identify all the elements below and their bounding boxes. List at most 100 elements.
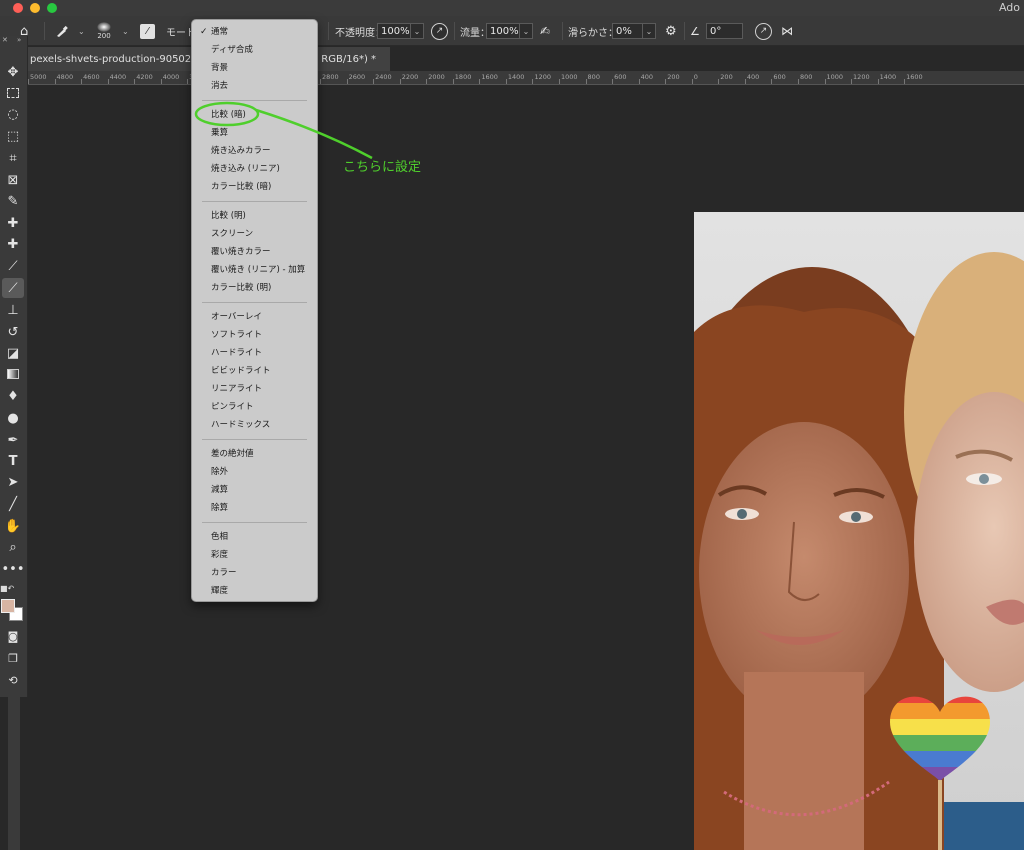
expand-panel-icon[interactable]: » <box>17 36 21 44</box>
crop-tool[interactable]: ⌗ <box>2 148 24 168</box>
foreground-color-swatch[interactable] <box>1 599 15 613</box>
blend-mode-item[interactable]: 除外 <box>192 463 317 481</box>
eyedropper-tool[interactable]: ✎ <box>2 191 24 211</box>
brush-tool[interactable]: ⟋ <box>2 256 24 276</box>
smoothing-settings-button[interactable]: ⚙ <box>665 16 677 46</box>
blend-mode-item[interactable]: ハードライト <box>192 344 317 362</box>
gradient-tool[interactable] <box>2 364 24 384</box>
blend-mode-item[interactable]: 乗算 <box>192 124 317 142</box>
clone-stamp-tool[interactable]: ⊥ <box>2 300 24 320</box>
object-select-tool[interactable]: ⬚ <box>2 126 24 146</box>
blend-mode-item[interactable]: 消去 <box>192 77 317 95</box>
clone-stamp-icon: ⊥ <box>7 302 19 318</box>
airbrush-toggle[interactable]: ✍ <box>540 16 550 46</box>
ruler-label: 1400 <box>879 73 897 81</box>
blend-mode-item[interactable]: オーバーレイ <box>192 308 317 326</box>
zoom-tool[interactable]: ⌕ <box>2 537 24 557</box>
blend-mode-item[interactable]: ビビッドライト <box>192 362 317 380</box>
blur-tool[interactable]: ♦ <box>2 386 24 406</box>
blend-mode-item[interactable]: 色相 <box>192 528 317 546</box>
blend-mode-item[interactable]: スクリーン <box>192 225 317 243</box>
blend-mode-item[interactable]: リニアライト <box>192 380 317 398</box>
ruler-tick <box>28 79 29 84</box>
marquee-tool[interactable] <box>2 83 24 103</box>
blend-mode-item[interactable]: カラー比較 (明) <box>192 279 317 297</box>
flow-field[interactable]: 100% <box>486 23 520 39</box>
blend-mode-item[interactable]: 背景 <box>192 59 317 77</box>
more-tools[interactable]: ••• <box>2 559 25 579</box>
blend-mode-item[interactable]: 輝度 <box>192 582 317 600</box>
eraser-tool[interactable]: ◪ <box>2 343 24 363</box>
blend-mode-item[interactable]: 減算 <box>192 481 317 499</box>
brush-size-picker[interactable]: 200 <box>97 16 111 46</box>
blend-mode-item[interactable]: 比較 (暗) <box>192 106 317 124</box>
brush-angle-control[interactable]: ∠ <box>690 16 700 46</box>
blend-mode-item[interactable]: カラー <box>192 564 317 582</box>
brush-settings-toggle[interactable]: ⁄ <box>140 16 155 46</box>
opacity-dropdown[interactable]: ⌄ <box>411 23 424 39</box>
mixer-brush-tool[interactable]: ⟋ <box>2 278 24 298</box>
blend-mode-item[interactable]: 差の絶対値 <box>192 445 317 463</box>
screen-mode-button[interactable]: ❐ <box>2 648 24 668</box>
lasso-tool[interactable]: ◌ <box>2 104 24 124</box>
flow-dropdown[interactable]: ⌄ <box>520 23 533 39</box>
blend-mode-item[interactable]: ピンライト <box>192 398 317 416</box>
ruler-label: 5000 <box>30 73 47 81</box>
blend-mode-item[interactable]: ソフトライト <box>192 326 317 344</box>
ruler-tick <box>612 79 614 84</box>
spot-healing-tool[interactable]: ✚ <box>2 213 24 233</box>
lasso-icon: ◌ <box>7 106 19 122</box>
marquee-icon <box>7 88 19 98</box>
window-minimize-button[interactable] <box>30 3 40 13</box>
blend-mode-item[interactable]: 比較 (明) <box>192 207 317 225</box>
smoothing-dropdown[interactable]: ⌄ <box>643 23 656 39</box>
blend-mode-item[interactable]: 覆い焼きカラー <box>192 243 317 261</box>
blend-mode-item[interactable]: 除算 <box>192 499 317 517</box>
tool-preset-picker[interactable]: ⌄ <box>55 16 85 46</box>
pen-tool[interactable]: ✒ <box>2 430 24 450</box>
blend-mode-item[interactable]: ハードミックス <box>192 416 317 434</box>
path-select-tool[interactable]: ➤ <box>2 472 24 492</box>
hand-tool[interactable]: ✋ <box>2 516 24 536</box>
healing-tool[interactable]: ✚ <box>2 234 24 254</box>
blend-mode-item[interactable]: 焼き込みカラー <box>192 142 317 160</box>
title-bar: Ado <box>0 0 1024 16</box>
chevron-down-icon[interactable]: ⌄ <box>122 16 129 46</box>
size-pressure-toggle[interactable]: ↗ <box>755 16 772 46</box>
line-tool[interactable]: ╱ <box>2 494 24 514</box>
hand-icon: ✋ <box>4 518 22 534</box>
document-canvas[interactable] <box>28 86 1024 850</box>
window-zoom-button[interactable] <box>47 3 57 13</box>
move-tool[interactable]: ✥ <box>2 62 24 82</box>
photo-layer[interactable] <box>694 212 1024 850</box>
blend-mode-item[interactable]: ディザ合成 <box>192 41 317 59</box>
blend-mode-item[interactable]: 覆い焼き (リニア) - 加算 <box>192 261 317 279</box>
window-close-button[interactable] <box>13 3 23 13</box>
smoothing-field[interactable]: 0% <box>612 23 643 39</box>
blend-mode-item[interactable]: 通常 <box>192 23 317 41</box>
ruler-tick <box>399 79 401 84</box>
close-panel-icon[interactable]: ✕ <box>2 36 8 44</box>
dodge-tool[interactable]: ● <box>2 408 24 428</box>
spot-healing-icon: ✚ <box>7 215 19 231</box>
default-colors-icon[interactable]: ■↶ <box>0 584 14 593</box>
vertical-ruler[interactable] <box>8 697 20 850</box>
options-separator <box>328 22 329 40</box>
blend-mode-item[interactable]: 焼き込み (リニア) <box>192 160 317 178</box>
share-button[interactable]: ⟲ <box>2 670 24 690</box>
opacity-field[interactable]: 100% <box>377 23 411 39</box>
type-tool[interactable]: T <box>2 451 24 471</box>
horizontal-ruler[interactable]: 5000480046004400420040003800360034003200… <box>28 71 1024 85</box>
document-tab-mode: I, RGB/16*) * <box>312 53 377 65</box>
butterfly-icon: ⋈ <box>781 24 793 38</box>
ruler-label: 1400 <box>507 73 525 81</box>
frame-tool[interactable]: ⊠ <box>2 170 24 190</box>
history-brush-tool[interactable]: ↺ <box>2 322 24 342</box>
blend-mode-item[interactable]: 彩度 <box>192 546 317 564</box>
ruler-tick <box>160 79 162 84</box>
opacity-pressure-toggle[interactable]: ↗ <box>431 16 448 46</box>
quick-mask-button[interactable]: ◙ <box>2 626 24 646</box>
angle-field[interactable]: 0° <box>706 23 743 39</box>
blend-mode-item[interactable]: カラー比較 (暗) <box>192 178 317 196</box>
symmetry-button[interactable]: ⋈ <box>781 16 793 46</box>
